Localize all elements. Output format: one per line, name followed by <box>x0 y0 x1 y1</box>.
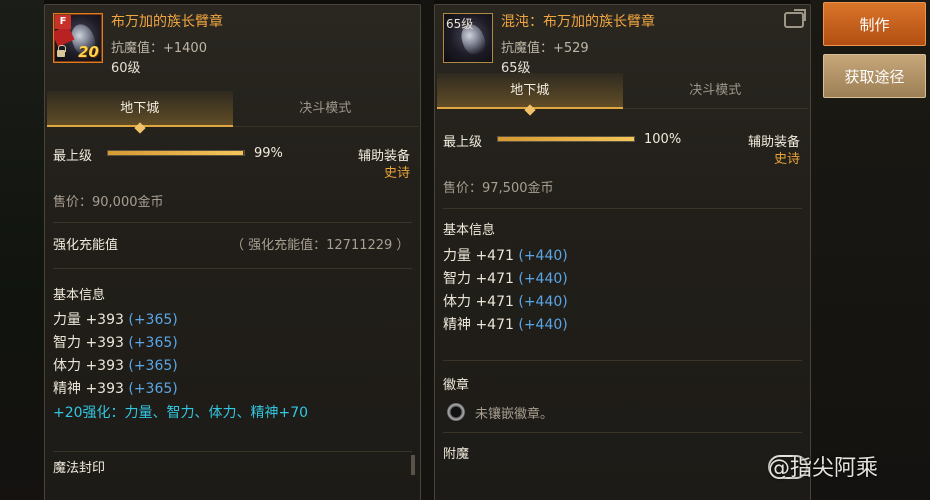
price: 售价：90,000金币 <box>53 195 164 210</box>
mode-tabs: 地下城 决斗模式 <box>47 91 419 134</box>
enchant-title: 附魔 <box>443 447 470 462</box>
divider <box>443 432 802 433</box>
grade-label: 最上级 <box>53 149 93 164</box>
divider <box>443 360 802 361</box>
scrollbar[interactable] <box>411 455 415 475</box>
lock-icon <box>57 45 66 57</box>
stat-row: 精神 +471 (+440) <box>443 317 568 333</box>
stat-row: 体力 +471 (+440) <box>443 294 568 310</box>
emblem-title: 徽章 <box>443 378 470 393</box>
enhance-bonus: +20强化：力量、智力、体力、精神+70 <box>53 405 309 421</box>
magic-resist: 抗魔值：+529 <box>501 41 589 56</box>
emblem-text: 未镶嵌徽章。 <box>475 407 554 422</box>
enhance-level: 20 <box>78 43 99 61</box>
item-tooltip-right: 65级 混沌：布万加的族长臂章 抗魔值：+529 65级 地下城 决斗模式 最上… <box>434 4 811 500</box>
divider <box>53 222 412 223</box>
grade-percent: 99% <box>254 146 283 161</box>
watermark: @指尖阿乘 <box>768 456 879 481</box>
item-level: 60级 <box>111 61 141 76</box>
rarity-label: 史诗 <box>774 152 801 167</box>
grade-bar-fill <box>498 137 634 141</box>
enhance-label: 强化充能值 <box>53 238 119 253</box>
armband-icon: 65级 <box>443 13 493 63</box>
stat-row: 体力 +393 (+365) <box>53 358 178 374</box>
magic-resist: 抗魔值：+1400 <box>111 41 207 56</box>
stat-row: 精神 +393 (+365) <box>53 381 178 397</box>
armband-icon: F 20 <box>53 13 103 63</box>
grade-label: 最上级 <box>443 135 483 150</box>
badge-icon: F <box>55 15 71 29</box>
grade-bar-fill <box>108 151 243 155</box>
item-name: 布万加的族长臂章 <box>111 14 223 30</box>
make-button[interactable]: 制作 <box>823 2 926 46</box>
tab-duel[interactable]: 决斗模式 <box>233 91 419 127</box>
basic-info-title: 基本信息 <box>443 223 496 238</box>
stat-row: 智力 +471 (+440) <box>443 271 568 287</box>
item-tooltip-left: F 20 布万加的族长臂章 抗魔值：+1400 60级 地下城 决斗模式 最上级… <box>44 4 421 500</box>
rarity-label: 史诗 <box>384 166 411 181</box>
icon-level-label: 65级 <box>446 17 474 31</box>
obtain-route-button[interactable]: 获取途径 <box>823 54 926 98</box>
grade-bar <box>497 136 635 142</box>
grade-bar <box>107 150 245 156</box>
stat-row: 力量 +471 (+440) <box>443 248 568 264</box>
background-middle <box>420 0 434 500</box>
mode-tabs: 地下城 决斗模式 <box>437 73 809 116</box>
divider <box>443 208 802 209</box>
stat-row: 智力 +393 (+365) <box>53 335 178 351</box>
background-left <box>0 0 44 500</box>
price: 售价：97,500金币 <box>443 181 554 196</box>
grade-percent: 100% <box>644 132 682 147</box>
divider <box>53 451 412 452</box>
divider <box>53 268 412 269</box>
empty-emblem-slot-icon <box>447 403 465 421</box>
stat-row: 力量 +393 (+365) <box>53 312 178 328</box>
section-title-cut: 魔法封印 <box>53 461 106 476</box>
tab-duel[interactable]: 决斗模式 <box>623 73 809 109</box>
share-icon[interactable] <box>784 12 804 28</box>
item-name: 混沌：布万加的族长臂章 <box>501 14 655 30</box>
enhance-value: （ 强化充能值：12711229 ） <box>231 238 410 253</box>
basic-info-title: 基本信息 <box>53 288 106 303</box>
